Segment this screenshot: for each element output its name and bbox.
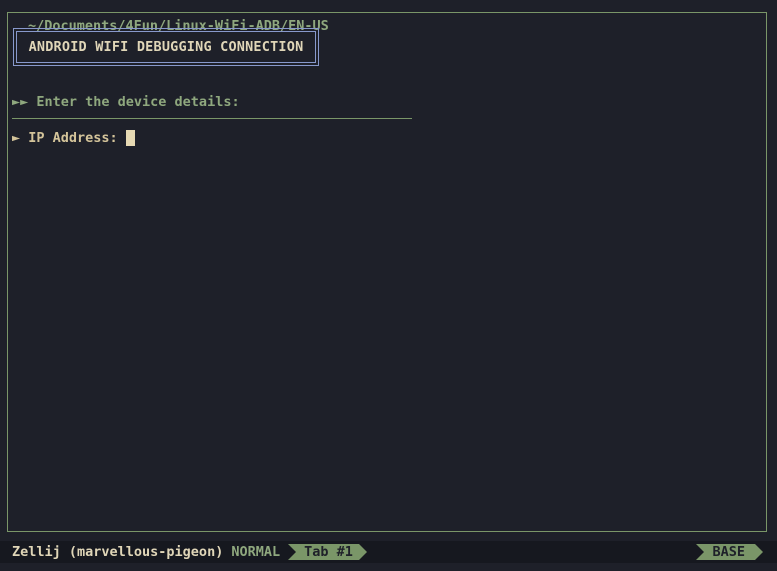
banner-title: ANDROID WIFI DEBUGGING CONNECTION bbox=[16, 31, 316, 63]
ip-address-label: ► IP Address: bbox=[12, 130, 118, 146]
mode-indicator: NORMAL bbox=[231, 544, 281, 560]
terminal-pane: ~/Documents/4Fun/Linux-WiFi-ADB/EN-US bbox=[7, 12, 767, 532]
session-name: Zellij (marvellous-pigeon) bbox=[12, 544, 224, 560]
status-bar: Zellij (marvellous-pigeon) NORMAL Tab #1… bbox=[0, 541, 777, 563]
ip-address-field[interactable]: ► IP Address: bbox=[12, 130, 135, 146]
text-cursor bbox=[125, 130, 135, 146]
divider bbox=[12, 118, 412, 119]
tab-1[interactable]: Tab #1 bbox=[288, 544, 367, 560]
layout-indicator: BASE bbox=[696, 544, 763, 560]
device-details-prompt: ►► Enter the device details: bbox=[12, 94, 240, 110]
app-banner: ANDROID WIFI DEBUGGING CONNECTION bbox=[13, 28, 319, 66]
